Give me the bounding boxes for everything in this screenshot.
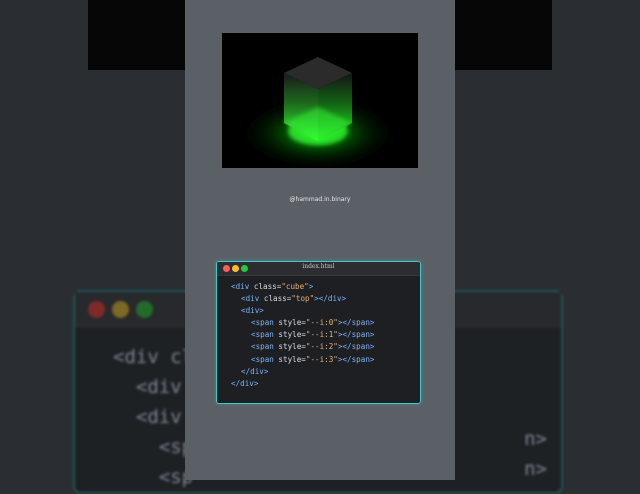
editor-filename: index.html — [302, 263, 335, 270]
code-tag-close: ></span> — [337, 342, 375, 352]
code-line: <div class="top"></div> — [231, 293, 420, 305]
code-attribute: style= — [273, 318, 306, 328]
code-attribute: class= — [259, 294, 292, 304]
code-attribute: style= — [273, 354, 306, 364]
code-tag: </div> — [231, 378, 259, 388]
code-line: <span style="--i:0"></span> — [231, 317, 420, 329]
background-code-line: <div cl — [113, 346, 194, 368]
code-line: </div> — [231, 366, 420, 378]
code-tag: <div — [241, 294, 260, 304]
code-string: "top" — [291, 294, 315, 304]
code-tag: <span — [251, 318, 274, 328]
background-code-line: <div — [135, 406, 182, 428]
code-line: <span style="--i:2"></span> — [231, 341, 420, 353]
code-attribute: class= — [249, 282, 282, 291]
code-line: <span style="--i:3"></span> — [231, 354, 420, 366]
code-line: <span style="--i:1"></span> — [231, 329, 420, 341]
code-tag-close: ></span> — [337, 330, 375, 340]
background-code: <div cl <div <div <sp <sp — [113, 342, 193, 492]
code-tag-close: ></div> — [314, 294, 347, 304]
code-string: "--i:2" — [305, 342, 338, 352]
code-editor-window: index.html <div class="cube"> <div class=… — [216, 261, 421, 404]
code-string: "--i:0" — [305, 318, 338, 328]
code-tag: <div> — [241, 306, 264, 316]
background-code-right: n> — [524, 428, 547, 450]
code-string: "--i:3" — [305, 354, 338, 364]
code-block: <div class="cube"> <div class="top"></div… — [217, 276, 420, 390]
background-green-dot — [136, 301, 153, 318]
glowing-cube-icon — [234, 57, 402, 168]
background-red-dot — [88, 301, 105, 318]
code-tag: <div — [231, 282, 250, 291]
code-line: <div> — [231, 305, 420, 317]
code-tag: <span — [251, 354, 274, 364]
code-tag: </div> — [241, 366, 269, 376]
editor-titlebar: index.html — [217, 262, 420, 276]
code-tag: <span — [251, 342, 274, 352]
code-attribute: style= — [273, 330, 306, 340]
code-tag-close: ></span> — [337, 354, 375, 364]
code-line: <div class="cube"> — [231, 281, 420, 293]
code-string: "--i:1" — [305, 330, 338, 340]
code-tag-close: > — [308, 282, 314, 291]
watermark: @hammad.in.binary — [289, 196, 351, 203]
cube-preview — [222, 33, 418, 168]
code-line: </div> — [231, 378, 420, 390]
background-code-right: n> — [524, 458, 547, 480]
background-yellow-dot — [112, 301, 129, 318]
video-panel: @hammad.in.binary index.html <div class=… — [185, 0, 455, 480]
code-tag-close: ></span> — [337, 318, 375, 328]
code-tag: <span — [251, 330, 274, 340]
code-attribute: style= — [273, 342, 306, 352]
code-string: "cube" — [281, 282, 309, 291]
background-code-line: <div — [135, 376, 182, 398]
